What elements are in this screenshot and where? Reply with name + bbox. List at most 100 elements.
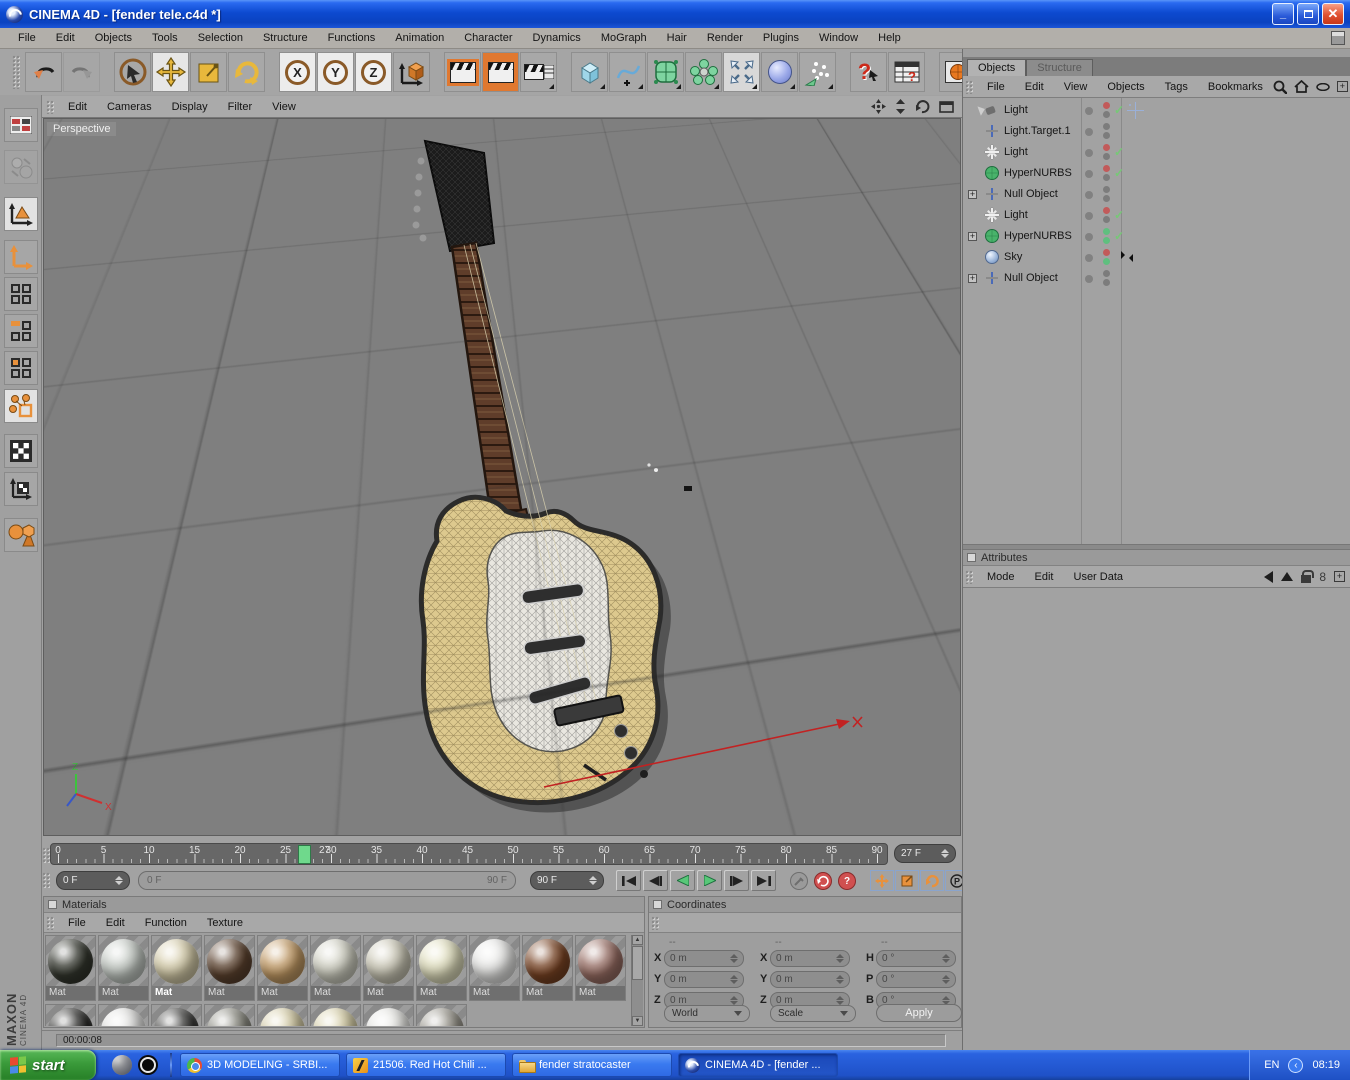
previous-frame-button[interactable] [643, 870, 668, 891]
menu-window[interactable]: Window [809, 32, 868, 44]
enabled-check-icon[interactable]: ✓ [1114, 229, 1124, 243]
edges-mode-button[interactable] [4, 314, 38, 348]
quicklaunch-browser-icon[interactable] [112, 1055, 132, 1075]
key-position-button[interactable] [870, 870, 894, 891]
material-label[interactable]: Mat [523, 986, 572, 1000]
tab-objects[interactable]: Objects [967, 59, 1027, 76]
help-button[interactable]: ? [850, 52, 887, 92]
coordinate-system-button[interactable] [393, 52, 430, 92]
material-item[interactable]: Mat [257, 935, 308, 1001]
use-generators-button[interactable] [4, 389, 38, 423]
material-item[interactable] [98, 1004, 149, 1026]
task-button-chrome[interactable]: 3D MODELING - SRBI... [180, 1053, 340, 1077]
material-item[interactable]: Mat [204, 935, 255, 1001]
editor-visibility-dot[interactable] [1103, 186, 1110, 193]
menu-character[interactable]: Character [454, 32, 522, 44]
materials-menu-function[interactable]: Function [135, 917, 197, 929]
object-row[interactable]: HyperNURBS ✓ [963, 163, 1350, 184]
material-label[interactable]: Mat [205, 986, 254, 1000]
menu-plugins[interactable]: Plugins [753, 32, 809, 44]
task-button-winamp[interactable]: 21506. Red Hot Chili ... [346, 1053, 506, 1077]
menu-dynamics[interactable]: Dynamics [523, 32, 591, 44]
coordinates-panel-checkbox[interactable] [653, 900, 662, 909]
editor-visibility-dot[interactable] [1103, 270, 1110, 277]
viewport-menu-display[interactable]: Display [162, 101, 218, 113]
model-mode-button[interactable] [4, 197, 38, 231]
goto-end-button[interactable] [751, 870, 776, 891]
enabled-check-icon[interactable]: ✓ [1114, 166, 1124, 180]
render-visibility-dot[interactable] [1103, 279, 1110, 286]
coordinate-space-dropdown[interactable]: World [664, 1005, 750, 1022]
expander-icon[interactable]: + [968, 232, 977, 241]
viewport-pan-icon[interactable] [871, 99, 886, 114]
menu-help[interactable]: Help [868, 32, 911, 44]
add-environment-button[interactable] [761, 52, 798, 92]
render-visibility-dot[interactable] [1103, 195, 1110, 202]
autokey-button[interactable] [814, 872, 832, 890]
object-row[interactable]: Light ✓ [963, 205, 1350, 226]
add-panel-icon[interactable]: + [1336, 81, 1348, 92]
viewport-zoom-icon[interactable] [895, 99, 906, 114]
record-button[interactable] [790, 872, 808, 890]
goto-start-button[interactable] [616, 870, 641, 891]
editor-visibility-dot[interactable] [1103, 123, 1110, 130]
scale-y-field[interactable]: 0 m [770, 971, 850, 988]
lock-x-axis-button[interactable]: X [279, 52, 316, 92]
range-end-field[interactable]: 90 F [530, 871, 604, 890]
start-spinner[interactable] [115, 876, 123, 885]
tab-structure[interactable]: Structure [1026, 59, 1093, 76]
viewport-maximize-icon[interactable] [939, 100, 954, 113]
editor-visibility-dot[interactable] [1103, 207, 1110, 214]
current-frame-field[interactable]: 27 F [894, 844, 956, 863]
material-item[interactable] [151, 1004, 202, 1026]
menu-edit[interactable]: Edit [46, 32, 85, 44]
history-back-icon[interactable] [1264, 570, 1274, 583]
coordinate-mode-dropdown[interactable]: Scale [770, 1005, 856, 1022]
om-menu-objects[interactable]: Objects [1097, 81, 1154, 93]
preview-range-slider[interactable]: 0 F 90 F [138, 871, 516, 890]
command-manager-button[interactable]: ? [888, 52, 925, 92]
parent-object-icon[interactable] [1281, 572, 1294, 581]
language-indicator[interactable]: EN [1264, 1059, 1279, 1071]
frame-spinner[interactable] [941, 849, 949, 858]
layer-dot[interactable] [1085, 254, 1093, 262]
play-forwards-button[interactable] [697, 870, 722, 891]
layer-dot[interactable] [1085, 233, 1093, 241]
render-settings-button[interactable] [520, 52, 557, 92]
object-row[interactable]: Sky [963, 247, 1350, 268]
add-deformer-button[interactable] [723, 52, 760, 92]
add-hypernurbs-button[interactable] [647, 52, 684, 92]
add-array-button[interactable] [685, 52, 722, 92]
material-label[interactable]: Mat [470, 986, 519, 1000]
transport-grip[interactable] [42, 872, 50, 888]
render-visibility-dot[interactable] [1103, 153, 1110, 160]
menu-hair[interactable]: Hair [657, 32, 697, 44]
material-item[interactable]: Mat [310, 935, 361, 1001]
menu-objects[interactable]: Objects [85, 32, 142, 44]
search-icon[interactable] [1273, 80, 1287, 94]
object-row[interactable]: Light ✓ [963, 142, 1350, 163]
attributes-panel-checkbox[interactable] [967, 553, 976, 562]
material-label[interactable]: Mat [417, 986, 466, 1000]
material-item[interactable] [310, 1004, 361, 1026]
object-row[interactable]: Light ✓ [963, 100, 1350, 121]
layer-dot[interactable] [1085, 170, 1093, 178]
attr-menu-edit[interactable]: Edit [1025, 571, 1064, 583]
quicklaunch-opera-icon[interactable] [140, 1057, 156, 1073]
viewport-menu-edit[interactable]: Edit [58, 101, 97, 113]
object-axis-mode-button[interactable] [4, 240, 38, 274]
material-item[interactable] [363, 1004, 414, 1026]
scale-x-field[interactable]: 0 m [770, 950, 850, 967]
attr-menu-grip[interactable] [965, 569, 973, 584]
object-row[interactable]: + Null Object [963, 268, 1350, 289]
next-frame-button[interactable] [724, 870, 749, 891]
pos-x-field[interactable]: 0 m [664, 950, 744, 967]
render-visibility-dot[interactable] [1103, 174, 1110, 181]
enabled-check-icon[interactable]: ✓ [1114, 103, 1124, 117]
minimize-button[interactable]: _ [1272, 3, 1294, 25]
layer-dot[interactable] [1085, 275, 1093, 283]
viewport-menu-grip[interactable] [46, 99, 54, 114]
menu-render[interactable]: Render [697, 32, 753, 44]
viewport-camera-label[interactable]: Perspective [47, 122, 117, 136]
menu-functions[interactable]: Functions [318, 32, 386, 44]
